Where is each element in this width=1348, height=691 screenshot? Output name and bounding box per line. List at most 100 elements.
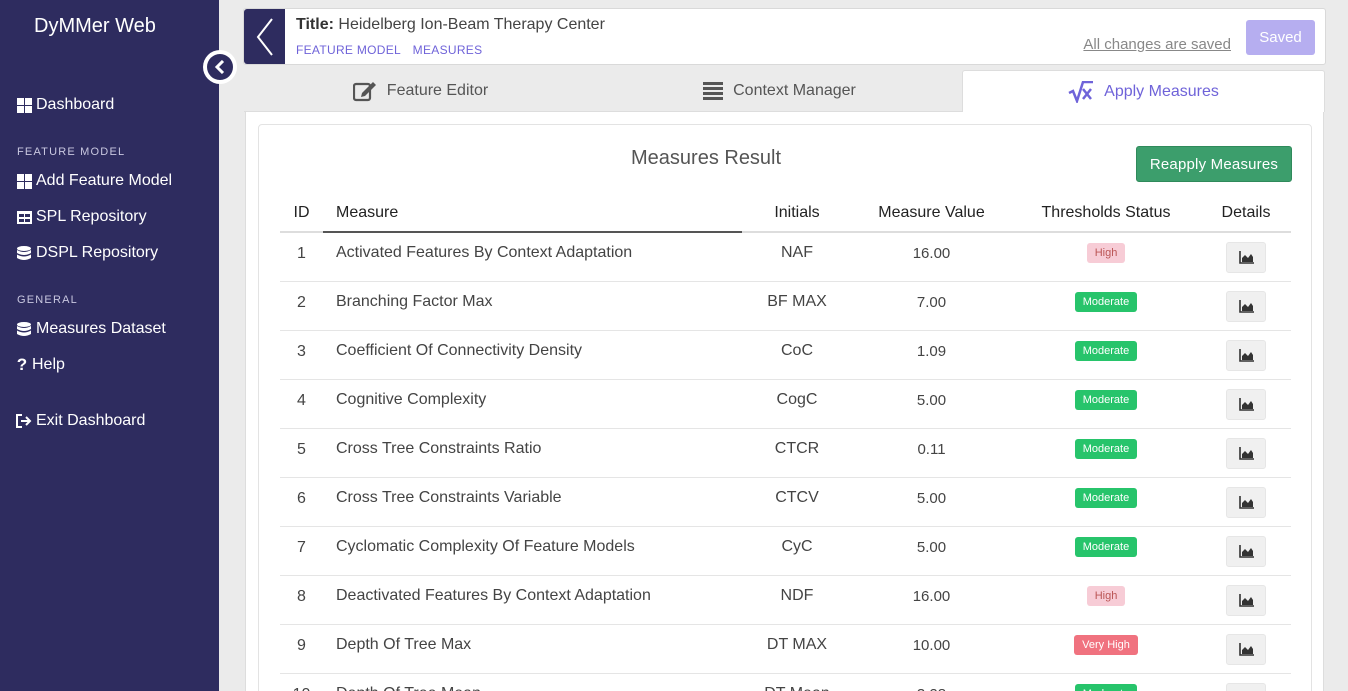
details-button[interactable] [1226, 633, 1266, 665]
row-details-cell [1201, 379, 1291, 429]
breadcrumb-measures[interactable]: MEASURES [413, 43, 483, 57]
table-row: 8 Deactivated Features By Context Adapta… [280, 575, 1291, 625]
collapse-sidebar-button[interactable] [203, 50, 237, 84]
tab-label: Context Manager [733, 82, 856, 99]
measures-table: ID Measure Initials Measure Value Thresh… [280, 195, 1291, 691]
area-chart-icon [1238, 251, 1254, 264]
tab-feature-editor[interactable]: Feature Editor [244, 70, 597, 112]
tab-label: Feature Editor [386, 82, 489, 99]
column-header-status[interactable]: Thresholds Status [1011, 195, 1201, 233]
table-row: 7 Cyclomatic Complexity Of Feature Model… [280, 526, 1291, 576]
row-id: 7 [280, 526, 323, 576]
save-status: All changes are saved [1083, 36, 1231, 53]
database-icon [16, 245, 32, 261]
details-button[interactable] [1226, 486, 1266, 518]
apply-measures-panel: Measures Result Reapply Measures ID Meas… [245, 112, 1324, 691]
details-button[interactable] [1226, 682, 1266, 691]
area-chart-icon [1238, 495, 1254, 509]
status-badge: Moderate [1074, 291, 1138, 312]
header-card: Title: Heidelberg Ion-Beam Therapy Cente… [243, 8, 1326, 65]
status-badge: High [1086, 243, 1126, 263]
measures-result-title: Measures Result [631, 147, 782, 169]
row-threshold-cell: Moderate [1011, 477, 1201, 527]
chevron-left-icon [207, 54, 233, 80]
row-id: 5 [280, 428, 323, 478]
column-header-id[interactable]: ID [280, 195, 323, 233]
sidebar-item-label: Exit Dashboard [36, 412, 146, 429]
status-badge: Very High [1074, 634, 1138, 655]
column-header-value[interactable]: Measure Value [852, 195, 1011, 233]
title-label: Title: [296, 16, 334, 33]
details-button[interactable] [1226, 242, 1266, 273]
sidebar-item-dspl-repository[interactable]: DSPL Repository [16, 244, 158, 262]
row-value: 5.00 [852, 526, 1011, 576]
row-value: 1.09 [852, 330, 1011, 380]
sidebar-item-help[interactable]: ? Help [16, 355, 65, 374]
details-button[interactable] [1226, 437, 1266, 469]
row-threshold-cell: High [1011, 232, 1201, 282]
nav-section-general: GENERAL [17, 294, 78, 306]
row-threshold-cell: High [1011, 575, 1201, 625]
saved-button[interactable]: Saved [1246, 20, 1315, 55]
details-button[interactable] [1226, 388, 1266, 420]
details-button[interactable] [1226, 535, 1266, 567]
row-initials: NAF [742, 232, 852, 282]
sidebar-item-label: Add Feature Model [36, 172, 173, 189]
nav-section-feature-model: FEATURE MODEL [17, 146, 126, 158]
row-value: 7.00 [852, 281, 1011, 331]
row-id: 2 [280, 281, 323, 331]
area-chart-icon [1238, 446, 1254, 460]
sidebar-item-add-feature-model[interactable]: Add Feature Model [16, 172, 172, 190]
row-value: 0.11 [852, 428, 1011, 478]
details-button[interactable] [1226, 584, 1266, 616]
row-value: 16.00 [852, 232, 1011, 282]
sidebar-item-spl-repository[interactable]: SPL Repository [16, 208, 147, 226]
question-icon: ? [16, 355, 28, 374]
row-measure: Cyclomatic Complexity Of Feature Models [323, 526, 742, 576]
row-threshold-cell: Moderate [1011, 673, 1201, 691]
square-root-icon [1068, 80, 1094, 103]
details-button[interactable] [1226, 290, 1266, 322]
row-measure: Branching Factor Max [323, 281, 742, 331]
details-button[interactable] [1226, 339, 1266, 371]
reapply-measures-button[interactable]: Reapply Measures [1136, 146, 1292, 182]
row-measure: Depth Of Tree Mean [323, 673, 742, 691]
row-initials: CyC [742, 526, 852, 576]
sidebar-item-label: Dashboard [36, 96, 115, 113]
row-id: 3 [280, 330, 323, 380]
tab-context-manager[interactable]: Context Manager [597, 70, 962, 112]
row-threshold-cell: Moderate [1011, 379, 1201, 429]
row-measure: Cognitive Complexity [323, 379, 742, 429]
table-row: 4 Cognitive Complexity CogC 5.00 Moderat… [280, 379, 1291, 429]
row-value: 16.00 [852, 575, 1011, 625]
row-threshold-cell: Very High [1011, 624, 1201, 674]
row-threshold-cell: Moderate [1011, 281, 1201, 331]
status-badge: High [1086, 585, 1126, 606]
row-details-cell [1201, 526, 1291, 576]
back-button[interactable] [244, 9, 285, 64]
column-header-initials[interactable]: Initials [742, 195, 852, 233]
tab-apply-measures[interactable]: Apply Measures [962, 70, 1325, 112]
edit-icon [352, 82, 376, 102]
row-measure: Coefficient Of Connectivity Density [323, 330, 742, 380]
row-threshold-cell: Moderate [1011, 526, 1201, 576]
row-details-cell [1201, 477, 1291, 527]
area-chart-icon [1238, 397, 1254, 411]
row-details-cell [1201, 330, 1291, 380]
row-details-cell [1201, 281, 1291, 331]
row-initials: NDF [742, 575, 852, 625]
row-measure: Cross Tree Constraints Ratio [323, 428, 742, 478]
sidebar-item-measures-dataset[interactable]: Measures Dataset [16, 320, 166, 338]
column-header-details[interactable]: Details [1201, 195, 1291, 233]
status-badge: Moderate [1074, 536, 1138, 557]
row-initials: CTCR [742, 428, 852, 478]
breadcrumb-feature-model[interactable]: FEATURE MODEL [296, 43, 401, 57]
row-id: 10 [280, 673, 323, 691]
sidebar-item-exit-dashboard[interactable]: Exit Dashboard [16, 412, 145, 430]
row-initials: DT Mean [742, 673, 852, 691]
column-header-measure[interactable]: Measure [323, 195, 742, 233]
sidebar-item-dashboard[interactable]: Dashboard [16, 96, 114, 114]
row-id: 6 [280, 477, 323, 527]
row-id: 8 [280, 575, 323, 625]
row-value: 5.00 [852, 477, 1011, 527]
